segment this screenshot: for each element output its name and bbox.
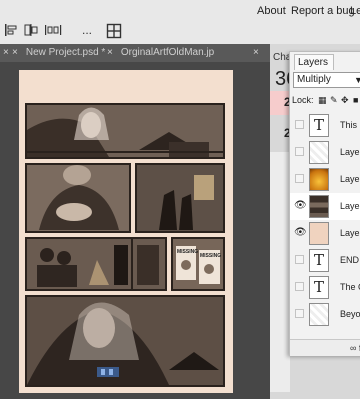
missing-poster-text-1: MISSING [177, 249, 198, 255]
layer-row[interactable]: 👁 Layer 1 [290, 220, 360, 247]
layers-panel: Layers Multiply ▼ Lock: ▦ ✎ ✥ ■ T This i… [289, 51, 360, 356]
layer-row-selected[interactable]: 👁 Layer 4 [290, 193, 360, 220]
link-layers-icon[interactable]: ∞ f [350, 343, 360, 353]
align-left-icon[interactable] [4, 23, 18, 37]
layer-thumbnail [309, 222, 329, 245]
visibility-toggle[interactable] [295, 282, 304, 291]
align-center-icon[interactable] [24, 23, 38, 37]
chevron-down-icon: ▼ [354, 75, 360, 85]
layers-tab[interactable]: Layers [294, 54, 334, 70]
layer-name: END [340, 255, 360, 265]
menu-learn[interactable]: Le [350, 5, 360, 17]
layer-name: Layer 1 [340, 174, 360, 184]
lock-label: Lock: [292, 95, 314, 105]
layer-row[interactable]: T END [290, 247, 360, 274]
blend-mode-select[interactable]: Multiply ▼ [293, 72, 360, 88]
distribute-icon[interactable] [44, 23, 62, 37]
blend-mode-value: Multiply [297, 74, 331, 85]
layer-name: This i [340, 120, 360, 130]
layer-thumbnail [309, 303, 329, 326]
layer-name: Layer 2 [340, 147, 360, 157]
layer-thumbnail [309, 195, 329, 218]
layer-thumbnail: T [309, 276, 329, 299]
panel-strip [270, 152, 290, 392]
tab-label: New Project.psd * [25, 47, 106, 58]
comic-artwork: MISSING MISSING [19, 70, 233, 393]
text-layer-icon: T [314, 251, 325, 269]
layer-thumbnail [309, 168, 329, 191]
eye-icon[interactable]: 👁 [294, 227, 307, 238]
top-bar: ... About Report a bug Le [0, 0, 360, 44]
lock-all-icon[interactable]: ■ [353, 95, 358, 105]
menu-report-bug[interactable]: Report a bug [291, 5, 355, 17]
layer-row[interactable]: T The C [290, 274, 360, 301]
text-layer-icon: T [314, 116, 325, 134]
missing-poster-text-2: MISSING [200, 253, 221, 259]
menu-about[interactable]: About [257, 5, 286, 17]
visibility-toggle[interactable] [295, 309, 304, 318]
layer-row[interactable]: Layer 1 [290, 166, 360, 193]
layer-row[interactable]: Layer 2 [290, 139, 360, 166]
document-tabs: × × New Project.psd * × OrginalArtfOldMan.… [0, 44, 270, 62]
layer-row[interactable]: Beyonc [290, 301, 360, 328]
layer-name: Beyonc [340, 309, 360, 319]
lock-icons: ▦ ✎ ✥ ■ [318, 95, 360, 105]
more-tools-button[interactable]: ... [82, 24, 92, 36]
lock-paint-icon[interactable]: ✎ [330, 95, 338, 106]
tab-close-icon[interactable]: × [253, 44, 267, 62]
layer-thumbnail: T [309, 249, 329, 272]
layers-footer: ∞ f [290, 339, 360, 356]
visibility-toggle[interactable] [295, 120, 304, 129]
document-canvas[interactable]: MISSING MISSING [19, 70, 233, 393]
eye-icon[interactable]: 👁 [294, 200, 307, 211]
visibility-toggle[interactable] [295, 174, 304, 183]
layer-name: Layer 4 [340, 201, 360, 211]
lock-move-icon[interactable]: ✥ [341, 95, 349, 106]
layer-name: Layer 1 [340, 228, 360, 238]
tab-original-art[interactable]: × OrginalArtfOldMan.jp [107, 44, 217, 62]
layer-thumbnail: T [309, 114, 329, 137]
layer-name: The C [340, 282, 360, 292]
layer-row[interactable]: T This i [290, 112, 360, 139]
grid-icon[interactable] [106, 23, 122, 39]
lock-transparency-icon[interactable]: ▦ [318, 95, 327, 106]
tab-new-project[interactable]: × New Project.psd * [12, 44, 107, 62]
visibility-toggle[interactable] [295, 147, 304, 156]
layer-thumbnail [309, 141, 329, 164]
text-layer-icon: T [314, 278, 325, 296]
tab-label: OrginalArtfOldMan.jp [120, 47, 215, 58]
visibility-toggle[interactable] [295, 255, 304, 264]
